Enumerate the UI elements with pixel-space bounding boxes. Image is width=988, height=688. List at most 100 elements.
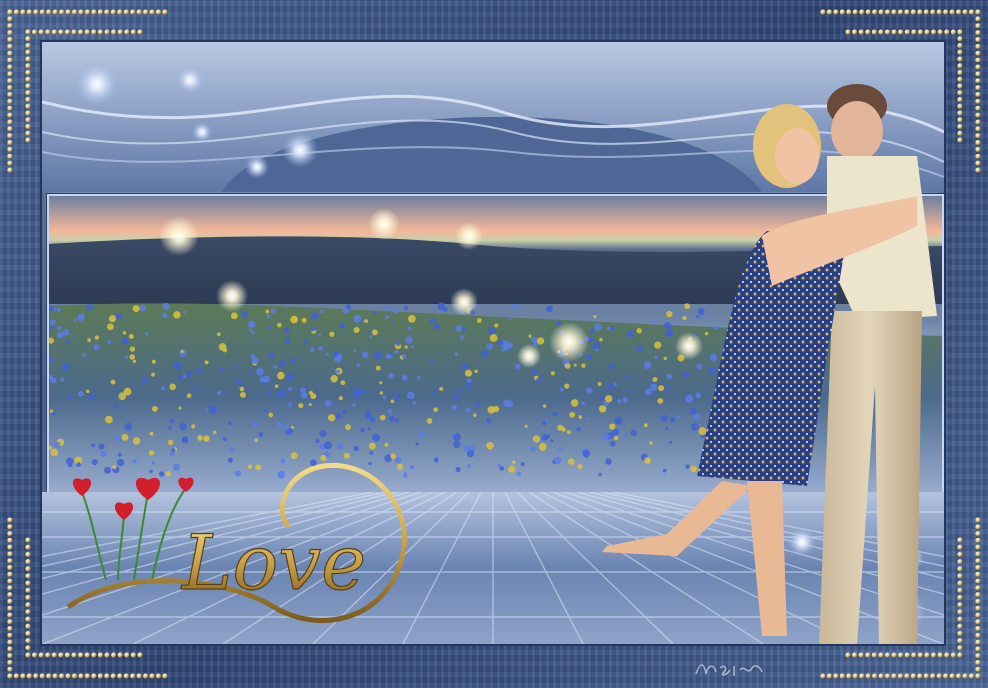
flower <box>353 348 357 353</box>
bead <box>975 537 981 543</box>
bead <box>930 673 936 679</box>
bead <box>957 96 963 103</box>
bead <box>7 558 13 564</box>
bead <box>975 551 981 557</box>
bead <box>950 652 957 658</box>
flower <box>56 325 62 331</box>
bead <box>46 673 52 679</box>
bead <box>957 36 963 42</box>
bead <box>25 123 31 130</box>
bead <box>865 652 871 658</box>
bead <box>820 9 826 15</box>
bead <box>130 29 137 35</box>
bead <box>910 673 917 679</box>
flower <box>197 435 203 441</box>
bead <box>155 673 162 679</box>
bead <box>33 673 39 679</box>
bead <box>7 126 13 132</box>
bead <box>858 652 864 658</box>
flower <box>335 369 341 374</box>
flower <box>284 337 291 343</box>
bead <box>962 9 968 15</box>
bead <box>957 638 963 644</box>
flower <box>129 354 136 360</box>
flower <box>49 319 56 326</box>
flower <box>329 331 335 337</box>
bead <box>957 90 963 96</box>
bead <box>7 578 13 584</box>
flower <box>433 457 439 463</box>
bead <box>25 117 31 123</box>
flower <box>461 363 469 371</box>
bead <box>975 16 981 22</box>
flower <box>265 309 270 314</box>
flower <box>412 400 417 405</box>
flower <box>463 445 469 451</box>
flower <box>132 359 137 364</box>
bead <box>943 673 949 679</box>
flower <box>250 354 256 360</box>
flower <box>54 441 61 448</box>
flower <box>364 319 369 324</box>
bead <box>7 153 13 159</box>
flower <box>161 386 166 391</box>
bead <box>956 673 962 679</box>
flower <box>169 418 175 423</box>
bead <box>25 36 31 42</box>
flower <box>254 339 258 343</box>
flower <box>462 326 467 332</box>
flower <box>290 357 296 364</box>
bead <box>975 139 981 146</box>
flower <box>171 448 176 453</box>
flower <box>426 418 433 424</box>
flower <box>356 363 361 368</box>
flower <box>536 337 545 345</box>
flower <box>335 413 342 420</box>
bead <box>957 137 963 143</box>
flower <box>286 373 294 381</box>
bead <box>975 112 981 118</box>
flower <box>464 381 471 388</box>
bead <box>826 673 833 679</box>
bead <box>124 652 130 658</box>
bead <box>104 673 110 679</box>
bead <box>898 29 904 35</box>
bead <box>25 652 31 658</box>
bead <box>975 605 981 611</box>
signature-watermark <box>695 664 763 676</box>
bead <box>7 666 13 672</box>
bead <box>975 98 981 104</box>
bead <box>878 673 884 679</box>
flower <box>89 394 96 401</box>
couple-figure <box>602 84 937 644</box>
flower <box>129 346 136 352</box>
flower <box>277 322 282 328</box>
flower <box>151 372 155 377</box>
bead <box>911 29 917 35</box>
flower <box>437 302 446 311</box>
bead <box>7 139 13 146</box>
bead <box>944 652 950 658</box>
flower <box>266 314 271 319</box>
flower <box>186 393 192 398</box>
bead <box>162 673 168 679</box>
bead <box>957 69 963 76</box>
flower <box>205 408 209 412</box>
bead <box>891 29 897 35</box>
bead <box>957 76 963 82</box>
bead <box>975 160 981 166</box>
flower <box>486 442 494 450</box>
flower <box>183 310 187 314</box>
bead <box>91 652 97 658</box>
bead <box>858 29 864 35</box>
flower <box>545 433 551 439</box>
flower <box>128 333 134 339</box>
flower <box>457 389 462 394</box>
bead <box>7 530 13 537</box>
flower <box>236 378 243 385</box>
bead <box>865 673 871 679</box>
flower <box>277 389 285 398</box>
bead <box>25 623 31 629</box>
flower <box>433 407 438 413</box>
flower <box>91 443 96 448</box>
